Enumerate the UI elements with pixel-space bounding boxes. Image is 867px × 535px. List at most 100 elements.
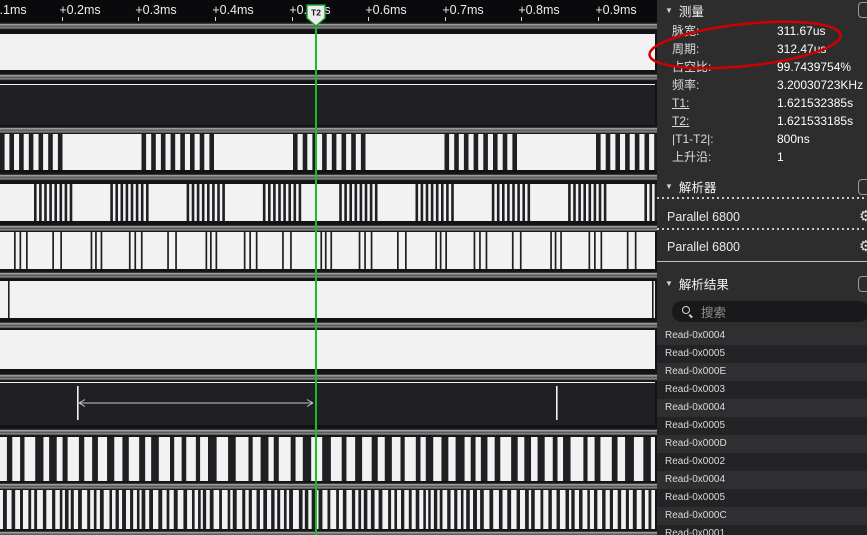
waveform-view[interactable]: +0.1ms +0.2ms +0.3ms +0.4ms +0.5ms +0.6ms +0.7… xyxy=(0,0,657,535)
wave-segment xyxy=(512,134,517,170)
wave-segment xyxy=(48,134,53,170)
wave-segment xyxy=(140,184,144,221)
decoder-item[interactable]: Parallel 6800 xyxy=(667,208,740,226)
gear-icon[interactable]: ⚙ xyxy=(859,209,867,225)
results-panel-button[interactable] xyxy=(858,276,867,292)
wave-segment xyxy=(489,490,494,529)
measurement-label[interactable]: T2: xyxy=(672,114,689,128)
wave-segment xyxy=(60,232,62,269)
wave-segment xyxy=(370,490,375,529)
decode-result-item[interactable]: Read-0x000D xyxy=(657,435,867,453)
wave-segment xyxy=(318,490,323,529)
decode-result-item[interactable]: Read-0x0004 xyxy=(657,471,867,489)
wave-segment xyxy=(447,490,451,529)
wave-segment xyxy=(57,134,63,170)
wave-segment xyxy=(355,437,363,481)
wave-segment xyxy=(49,437,57,481)
search-input[interactable]: 搜索 xyxy=(672,301,867,322)
wave-segment xyxy=(271,490,275,529)
measurement-value: 99.7439754% xyxy=(777,60,852,74)
wave-segment xyxy=(617,490,622,529)
measurement-value: 312.47us xyxy=(777,42,827,56)
wave-segment xyxy=(283,184,286,221)
wave-segment xyxy=(594,437,601,481)
wave-segment xyxy=(293,134,298,170)
wave-segment xyxy=(191,184,195,221)
wave-segment xyxy=(49,184,52,221)
timeline-ruler[interactable]: +0.1ms +0.2ms +0.3ms +0.4ms +0.5ms +0.6ms +0.7… xyxy=(0,0,657,22)
ruler-label: +0.1ms xyxy=(0,3,27,17)
gear-icon[interactable]: ⚙ xyxy=(859,239,867,255)
decode-result-item[interactable]: Read-0x000C xyxy=(657,507,867,525)
decode-result-item[interactable]: Read-0x0005 xyxy=(657,417,867,435)
wave-segment xyxy=(205,232,208,269)
wave-segment xyxy=(602,490,606,529)
wave-segment xyxy=(370,232,373,269)
wave-segment xyxy=(14,232,16,269)
wave-segment xyxy=(583,437,588,481)
ruler-tick xyxy=(138,17,139,21)
wave-segment xyxy=(209,134,214,170)
side-panel: ▼ 测量 脉宽: 311.67us 周期: 312.47us 占空比: 99.743975… xyxy=(657,0,867,535)
wave-segment xyxy=(441,437,449,481)
wave-segment xyxy=(122,437,129,481)
wave-segment xyxy=(463,134,469,170)
lane-divider xyxy=(0,530,657,535)
wave-segment xyxy=(358,490,362,529)
wave-segment xyxy=(435,232,437,269)
measurement-value: 800ns xyxy=(777,132,810,146)
ruler-tick xyxy=(292,17,293,21)
decode-result-item[interactable]: Read-0x0004 xyxy=(657,327,867,345)
measurement-row: 占空比: 99.7439754% xyxy=(672,58,864,76)
wave-segment xyxy=(107,437,115,481)
wave-segment xyxy=(120,184,124,221)
measurement-title: 测量 xyxy=(678,4,704,19)
collapse-triangle-icon: ▼ xyxy=(665,278,673,288)
decode-result-item[interactable]: Read-0x000E xyxy=(657,363,867,381)
decode-result-item[interactable]: Read-0x0001 xyxy=(657,525,867,535)
decode-result-item[interactable]: Read-0x0005 xyxy=(657,345,867,363)
decoder-item[interactable]: Parallel 6800 xyxy=(667,238,740,256)
wave-segment xyxy=(480,437,488,481)
wave-segment xyxy=(358,232,361,269)
results-section-header[interactable]: ▼ 解析结果 xyxy=(665,274,729,292)
wave-segment xyxy=(320,232,323,269)
lane-divider xyxy=(0,224,657,232)
decode-result-item[interactable]: Read-0x0003 xyxy=(657,381,867,399)
wave-segment xyxy=(311,490,316,529)
decode-result-item[interactable]: Read-0x0004 xyxy=(657,399,867,417)
wave-segment xyxy=(39,184,42,221)
wave-segment xyxy=(141,490,146,529)
wave-segment xyxy=(198,490,201,529)
measurement-row: 频率: 3.20030723KHz xyxy=(672,76,864,94)
ruler-label: +0.2ms xyxy=(59,3,101,17)
decode-result-list: Read-0x0004 Read-0x0005 Read-0x000E Read-0x… xyxy=(657,327,867,535)
decoder-panel-button[interactable] xyxy=(858,179,867,195)
wave-segment xyxy=(587,490,590,529)
waveform-canvas[interactable] xyxy=(0,0,657,535)
decode-result-item[interactable]: Read-0x0002 xyxy=(657,453,867,471)
wave-segment xyxy=(593,490,598,529)
wave-segment xyxy=(632,490,637,529)
measurement-label[interactable]: T1: xyxy=(672,96,689,110)
wave-segment xyxy=(87,490,91,529)
wave-segment xyxy=(28,490,32,529)
wave-segment xyxy=(125,184,129,221)
wave-segment xyxy=(312,134,317,170)
decoder-section-header[interactable]: ▼ 解析器 xyxy=(665,177,716,195)
wave-segment xyxy=(322,134,327,170)
measurement-section-header[interactable]: ▼ 测量 xyxy=(665,1,704,19)
wave-segment xyxy=(634,232,637,269)
decode-result-item[interactable]: Read-0x0005 xyxy=(657,489,867,507)
wave-segment xyxy=(596,134,601,170)
measurement-panel-button[interactable] xyxy=(858,2,867,18)
wave-segment xyxy=(454,134,459,170)
wave-segment xyxy=(324,232,327,269)
wave-segment xyxy=(191,490,195,529)
wave-segment xyxy=(583,184,586,221)
wave-segment xyxy=(641,490,645,529)
wave-high-CH2 xyxy=(0,134,655,170)
wave-segment xyxy=(423,490,426,529)
wave-segment xyxy=(519,232,522,269)
wave-segment xyxy=(579,490,583,529)
